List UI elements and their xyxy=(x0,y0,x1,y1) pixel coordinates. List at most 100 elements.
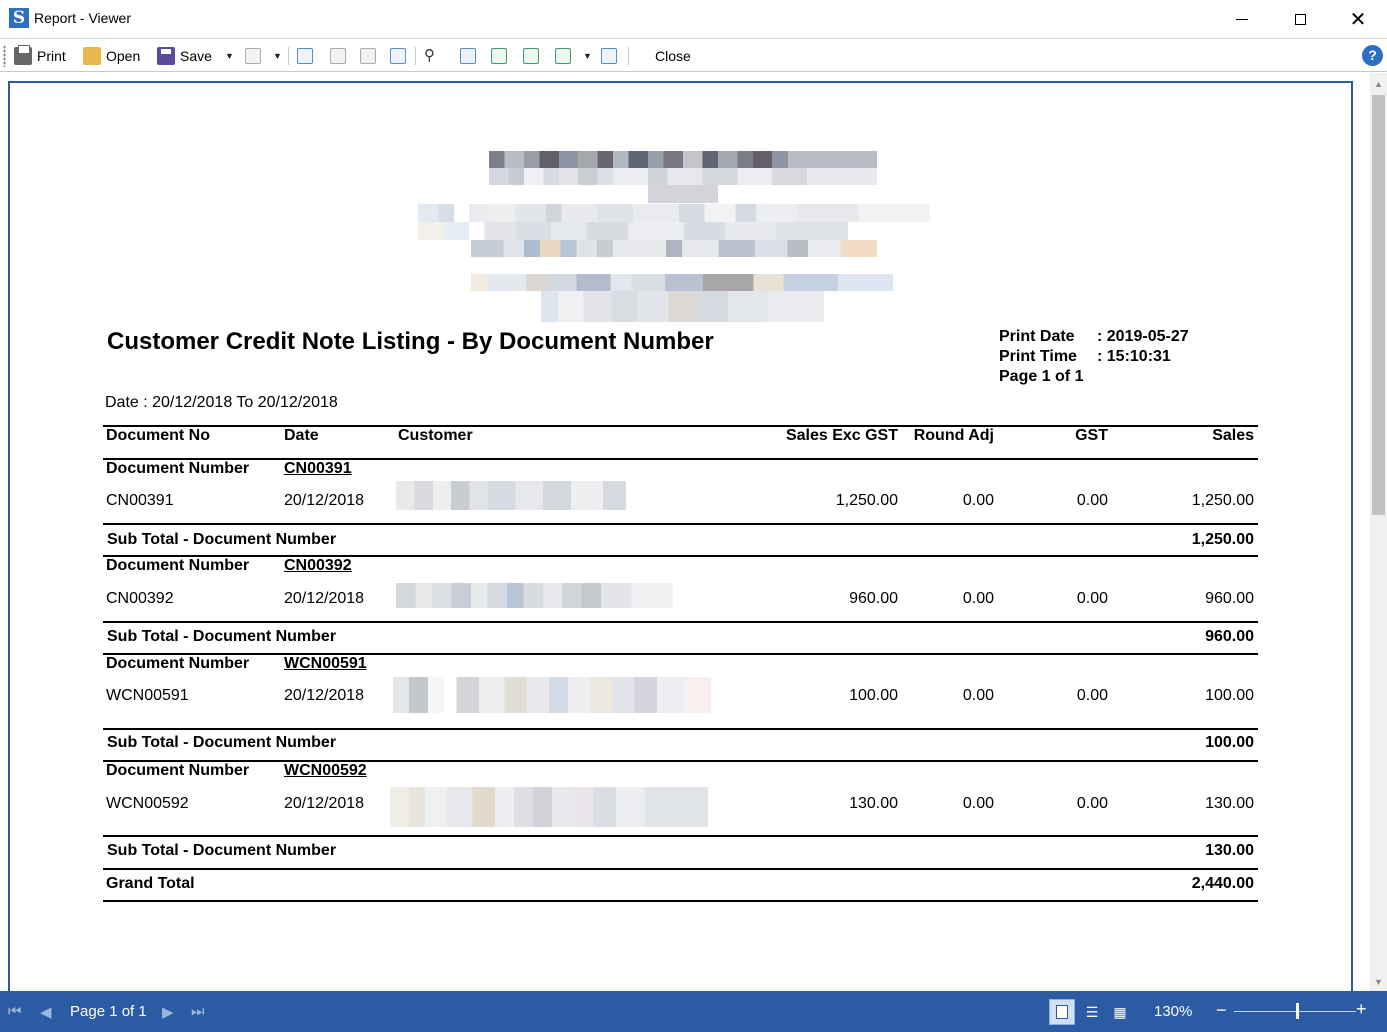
close-button[interactable]: Close xyxy=(655,44,691,68)
report-end-rule xyxy=(103,900,1258,902)
row-gst: 0.00 xyxy=(1076,590,1108,607)
group-rule xyxy=(103,653,1258,655)
minimize-button[interactable] xyxy=(1213,0,1271,38)
subtotal-value: 130.00 xyxy=(1205,842,1254,859)
continuous-page-icon[interactable] xyxy=(491,48,507,64)
row-document-no: CN00392 xyxy=(106,590,174,607)
row-gst: 0.00 xyxy=(1076,795,1108,812)
row-sales: 100.00 xyxy=(1205,687,1254,704)
print-time-value: : 15:10:31 xyxy=(1097,348,1171,365)
page-setup-icon[interactable] xyxy=(601,48,617,64)
print-date: Print Date : 2019-05-27 xyxy=(999,328,1189,346)
page-grid-icon[interactable] xyxy=(555,48,571,64)
binoculars-icon[interactable]: ⚲ xyxy=(424,48,440,64)
zoom-slider[interactable] xyxy=(1234,1011,1356,1012)
print-icon xyxy=(14,45,32,65)
maximize-icon xyxy=(1294,13,1306,25)
maximize-button[interactable] xyxy=(1271,0,1329,38)
single-page-icon[interactable] xyxy=(460,48,476,64)
col-customer: Customer xyxy=(398,427,473,444)
subtotal-value: 960.00 xyxy=(1205,628,1254,645)
subtotal-label: Sub Total - Document Number xyxy=(107,531,337,548)
scroll-down-icon[interactable]: ▼ xyxy=(1374,977,1383,987)
row-gst: 0.00 xyxy=(1076,687,1108,704)
print-button[interactable]: Print xyxy=(14,44,66,68)
first-page-icon[interactable]: ⏮ xyxy=(8,1003,22,1020)
redacted-customer-name xyxy=(396,481,626,510)
close-icon: ✕ xyxy=(1349,7,1367,31)
col-document-no: Document No xyxy=(106,427,210,444)
group-label: Document Number xyxy=(106,655,250,672)
subtotal-label: Sub Total - Document Number xyxy=(107,842,337,859)
scroll-up-icon[interactable]: ▲ xyxy=(1374,79,1383,89)
chevron-down-icon: ▼ xyxy=(225,51,234,61)
open-folder-icon xyxy=(83,47,101,65)
row-round-adj: 0.00 xyxy=(962,492,994,509)
two-page-view-button[interactable]: ☰ xyxy=(1079,999,1105,1025)
multi-page-view-icon: ▦ xyxy=(1113,1003,1127,1020)
last-page-icon[interactable]: ⏭ xyxy=(191,1003,205,1020)
subtotal-label: Sub Total - Document Number xyxy=(107,734,337,751)
redacted-customer-name xyxy=(390,787,708,827)
grand-total-rule xyxy=(103,868,1258,870)
row-document-no: WCN00592 xyxy=(106,795,189,812)
row-document-no: WCN00591 xyxy=(106,687,189,704)
row-sales-exc-gst: 130.00 xyxy=(849,795,898,812)
row-date: 20/12/2018 xyxy=(284,492,365,509)
editor-icon[interactable] xyxy=(390,48,406,64)
thumbnails-icon[interactable] xyxy=(360,48,376,64)
toolbar-separator xyxy=(288,47,289,65)
multiple-pages-icon[interactable] xyxy=(523,48,539,64)
subtotal-value: 1,250.00 xyxy=(1191,531,1254,548)
multi-page-view-button[interactable]: ▦ xyxy=(1107,999,1133,1025)
zoom-out-icon[interactable]: − xyxy=(1216,1000,1227,1021)
row-round-adj: 0.00 xyxy=(962,590,994,607)
row-sales-exc-gst: 1,250.00 xyxy=(835,492,898,509)
open-label: Open xyxy=(106,48,141,64)
status-bar: ⏮ ◀ Page 1 of 1 ▶ ⏭ ☰ ▦ 130% − + xyxy=(0,991,1387,1032)
one-page-view-button[interactable] xyxy=(1049,999,1075,1025)
group-document-number: CN00391 xyxy=(284,460,352,477)
toolbar-grip[interactable] xyxy=(3,45,6,67)
subtotal-rule xyxy=(103,835,1258,837)
zoom-slider-handle[interactable] xyxy=(1296,1003,1299,1019)
col-date: Date xyxy=(284,427,319,444)
vertical-scrollbar[interactable]: ▲ ▼ xyxy=(1370,73,1387,991)
row-sales: 960.00 xyxy=(1205,590,1254,607)
col-sales: Sales xyxy=(1212,427,1254,444)
row-document-no: CN00391 xyxy=(106,492,174,509)
row-sales: 130.00 xyxy=(1205,795,1254,812)
group-label: Document Number xyxy=(106,557,250,574)
grand-total-label: Grand Total xyxy=(106,875,195,892)
save-dropdown-button[interactable]: ▼ xyxy=(225,44,234,68)
zoom-in-icon[interactable]: + xyxy=(1356,999,1367,1020)
print-time-label: Print Time xyxy=(999,348,1077,365)
toolbar-separator xyxy=(628,47,629,65)
group-document-number: CN00392 xyxy=(284,557,352,574)
prev-page-icon[interactable]: ◀ xyxy=(40,1003,52,1021)
export-icon[interactable] xyxy=(245,48,261,64)
row-sales-exc-gst: 960.00 xyxy=(849,590,898,607)
open-button[interactable]: Open xyxy=(83,44,140,68)
print-date-label: Print Date xyxy=(999,328,1075,345)
help-icon[interactable]: ? xyxy=(1362,45,1383,66)
subtotal-label: Sub Total - Document Number xyxy=(107,628,337,645)
minimize-icon xyxy=(1236,18,1248,20)
row-round-adj: 0.00 xyxy=(962,687,994,704)
parameters-icon[interactable] xyxy=(330,48,346,64)
page-indicator: Page 1 of 1 xyxy=(70,1003,147,1020)
save-button[interactable]: Save xyxy=(157,44,212,68)
one-page-view-icon xyxy=(1056,1005,1068,1019)
bookmarks-icon[interactable] xyxy=(297,48,313,64)
view-dropdown-button[interactable]: ▼ xyxy=(583,44,592,68)
export-dropdown-button[interactable]: ▼ xyxy=(273,44,282,68)
row-date: 20/12/2018 xyxy=(284,687,365,704)
window-title: Report - Viewer xyxy=(34,10,132,26)
save-disk-icon xyxy=(157,47,175,65)
group-document-number: WCN00592 xyxy=(284,762,367,779)
print-date-value: : 2019-05-27 xyxy=(1097,328,1189,345)
scrollbar-thumb[interactable] xyxy=(1372,95,1385,515)
group-label: Document Number xyxy=(106,460,250,477)
close-window-button[interactable]: ✕ xyxy=(1329,0,1387,38)
next-page-icon[interactable]: ▶ xyxy=(162,1003,174,1021)
